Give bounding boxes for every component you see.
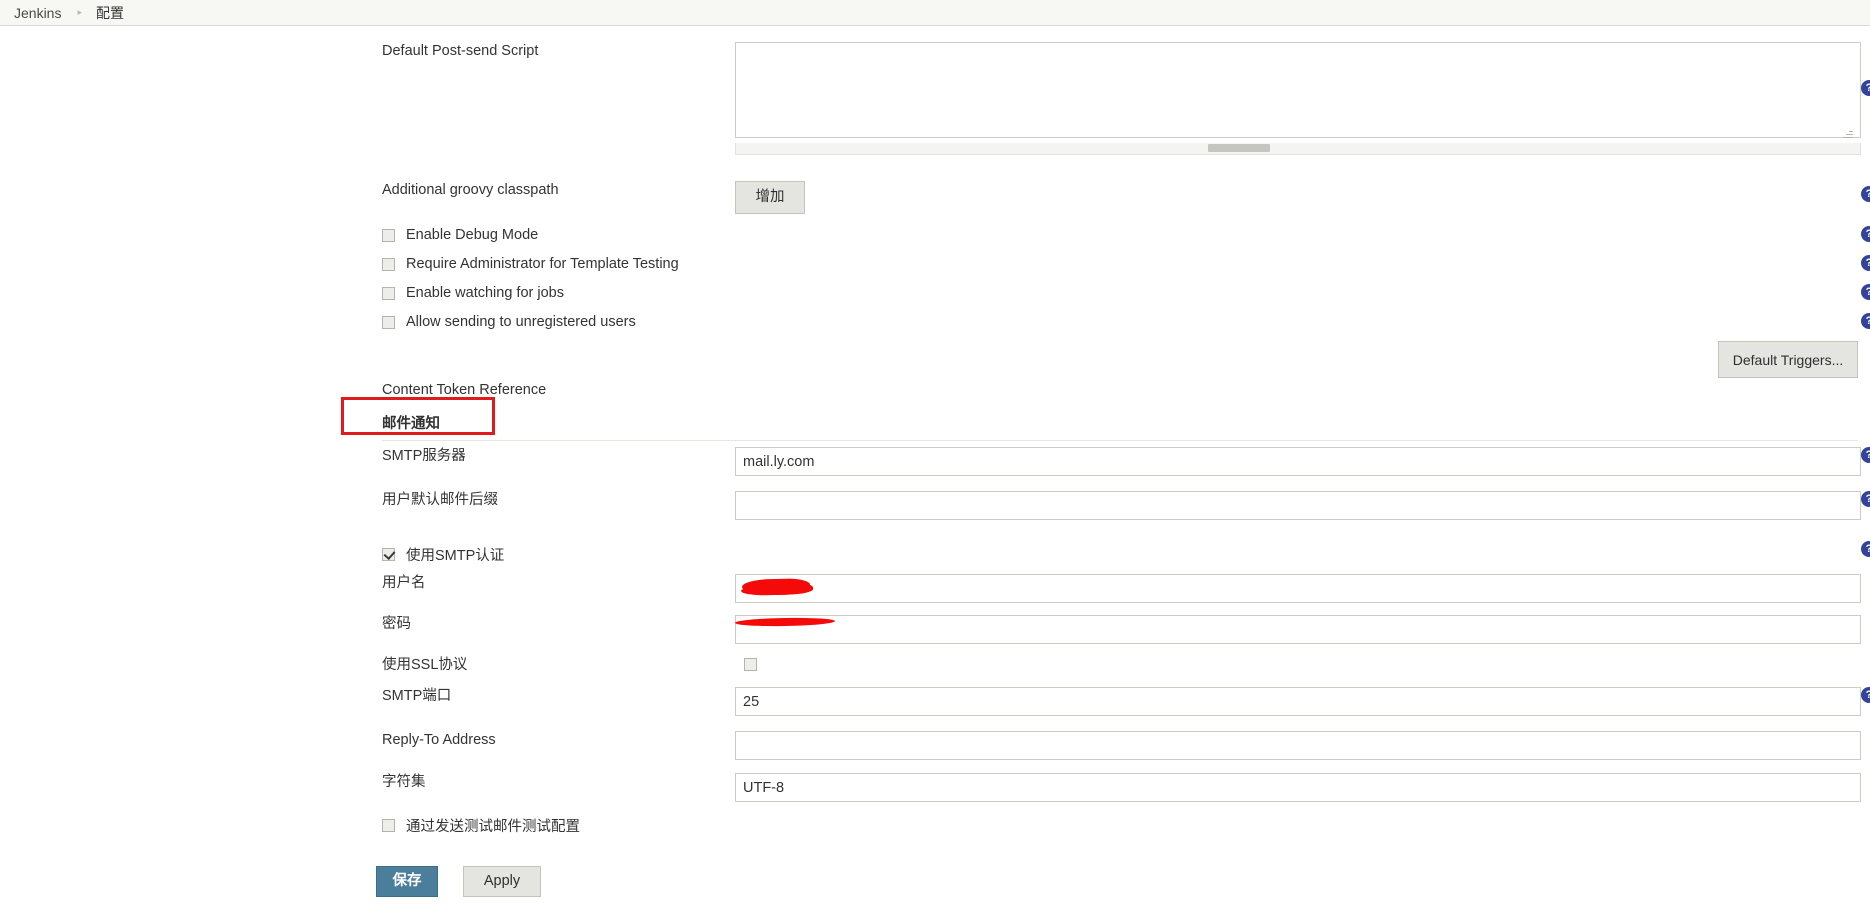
charset-label: 字符集 bbox=[382, 774, 426, 790]
use-smtp-auth-label: 使用SMTP认证 bbox=[406, 548, 505, 564]
add-groovy-classpath-button[interactable]: 增加 bbox=[735, 181, 805, 214]
smtp-port-input[interactable] bbox=[735, 687, 1861, 716]
default-triggers-button[interactable]: Default Triggers... bbox=[1718, 341, 1858, 378]
password-control bbox=[735, 615, 1861, 644]
row-username: 用户名 bbox=[0, 574, 1870, 603]
smtp-port-control bbox=[735, 687, 1861, 716]
use-ssl-label: 使用SSL协议 bbox=[382, 657, 468, 673]
reply-to-label: Reply-To Address bbox=[382, 732, 496, 748]
checkbox-row-enable-watching[interactable]: Enable watching for jobs bbox=[382, 285, 564, 301]
checkbox-row-enable-debug-mode[interactable]: Enable Debug Mode bbox=[382, 227, 538, 243]
require-administrator-checkbox[interactable] bbox=[382, 257, 395, 271]
row-default-suffix: 用户默认邮件后缀 bbox=[0, 491, 1870, 520]
password-label: 密码 bbox=[382, 616, 411, 632]
row-charset: 字符集 bbox=[0, 773, 1870, 802]
allow-unregistered-checkbox[interactable] bbox=[382, 315, 395, 329]
checkbox-row-require-administrator[interactable]: Require Administrator for Template Testi… bbox=[382, 256, 679, 272]
post-send-script-textarea[interactable] bbox=[735, 42, 1861, 138]
post-send-script-control bbox=[735, 42, 1861, 155]
section-divider bbox=[382, 440, 1858, 441]
default-suffix-control bbox=[735, 491, 1861, 520]
default-suffix-input[interactable] bbox=[735, 491, 1861, 520]
username-input[interactable] bbox=[735, 574, 1861, 603]
groovy-classpath-label: Additional groovy classpath bbox=[382, 182, 559, 198]
enable-watching-checkbox[interactable] bbox=[382, 286, 395, 300]
use-ssl-checkbox[interactable] bbox=[744, 658, 757, 671]
checkbox-row-allow-unregistered[interactable]: Allow sending to unregistered users bbox=[382, 314, 636, 330]
smtp-server-label: SMTP服务器 bbox=[382, 448, 466, 464]
help-icon-enable-watching[interactable]: ? bbox=[1861, 284, 1870, 300]
resize-handle-icon[interactable] bbox=[1841, 128, 1853, 140]
charset-input[interactable] bbox=[735, 773, 1861, 802]
breadcrumb-separator-icon: ▸ bbox=[77, 7, 82, 17]
allow-unregistered-label: Allow sending to unregistered users bbox=[406, 314, 636, 330]
checkbox-row-test-config[interactable]: 通过发送测试邮件测试配置 bbox=[382, 815, 580, 836]
row-password: 密码 bbox=[0, 615, 1870, 644]
charset-control bbox=[735, 773, 1861, 802]
row-content-token-reference: Content Token Reference bbox=[0, 381, 1870, 399]
help-icon-smtp-server[interactable]: ? bbox=[1861, 447, 1870, 463]
configuration-form: Default Post-send Script Additional groo… bbox=[0, 26, 1870, 914]
default-suffix-label: 用户默认邮件后缀 bbox=[382, 492, 498, 508]
row-smtp-port: SMTP端口 bbox=[0, 687, 1870, 716]
help-icon-groovy-classpath[interactable]: ? bbox=[1861, 186, 1870, 202]
breadcrumb-item-jenkins[interactable]: Jenkins bbox=[14, 5, 61, 21]
mail-notification-section-title: 邮件通知 bbox=[382, 416, 440, 432]
scrollbar-thumb[interactable] bbox=[1208, 144, 1270, 152]
enable-watching-label: Enable watching for jobs bbox=[406, 285, 564, 301]
help-icon-enable-debug-mode[interactable]: ? bbox=[1861, 226, 1870, 242]
username-label: 用户名 bbox=[382, 575, 426, 591]
require-administrator-label: Require Administrator for Template Testi… bbox=[406, 256, 679, 272]
test-config-checkbox[interactable] bbox=[382, 819, 395, 832]
post-send-script-label: Default Post-send Script bbox=[382, 43, 539, 59]
help-icon-default-suffix[interactable]: ? bbox=[1861, 491, 1870, 507]
help-icon-smtp-port[interactable]: ? bbox=[1861, 687, 1870, 703]
help-icon-require-administrator[interactable]: ? bbox=[1861, 255, 1870, 271]
row-post-send-script: Default Post-send Script bbox=[0, 42, 1870, 155]
breadcrumb: Jenkins ▸ 配置 bbox=[0, 0, 1870, 26]
row-groovy-classpath: Additional groovy classpath bbox=[0, 181, 1870, 199]
save-button[interactable]: 保存 bbox=[376, 866, 438, 897]
row-reply-to: Reply-To Address bbox=[0, 731, 1870, 760]
smtp-port-label: SMTP端口 bbox=[382, 688, 452, 704]
breadcrumb-item-current[interactable]: 配置 bbox=[96, 3, 124, 23]
reply-to-control bbox=[735, 731, 1861, 760]
help-icon-post-send-script[interactable]: ? bbox=[1861, 80, 1870, 96]
apply-button[interactable]: Apply bbox=[463, 866, 541, 897]
row-smtp-server: SMTP服务器 bbox=[0, 447, 1870, 476]
use-ssl-control bbox=[735, 656, 1855, 676]
test-config-label: 通过发送测试邮件测试配置 bbox=[406, 819, 580, 835]
enable-debug-mode-checkbox[interactable] bbox=[382, 228, 395, 242]
row-use-ssl: 使用SSL协议 bbox=[0, 656, 1870, 676]
smtp-server-control bbox=[735, 447, 1861, 476]
help-icon-allow-unregistered[interactable]: ? bbox=[1861, 313, 1870, 329]
smtp-server-input[interactable] bbox=[735, 447, 1861, 476]
use-smtp-auth-checkbox[interactable] bbox=[382, 548, 395, 561]
checkbox-row-use-smtp-auth[interactable]: 使用SMTP认证 bbox=[382, 544, 504, 565]
enable-debug-mode-label: Enable Debug Mode bbox=[406, 227, 539, 243]
help-icon-use-smtp-auth[interactable]: ? bbox=[1861, 541, 1870, 557]
username-control bbox=[735, 574, 1861, 603]
post-send-script-hscrollbar[interactable] bbox=[735, 143, 1861, 155]
reply-to-input[interactable] bbox=[735, 731, 1861, 760]
password-input[interactable] bbox=[735, 615, 1861, 644]
content-token-reference-label: Content Token Reference bbox=[382, 382, 547, 398]
